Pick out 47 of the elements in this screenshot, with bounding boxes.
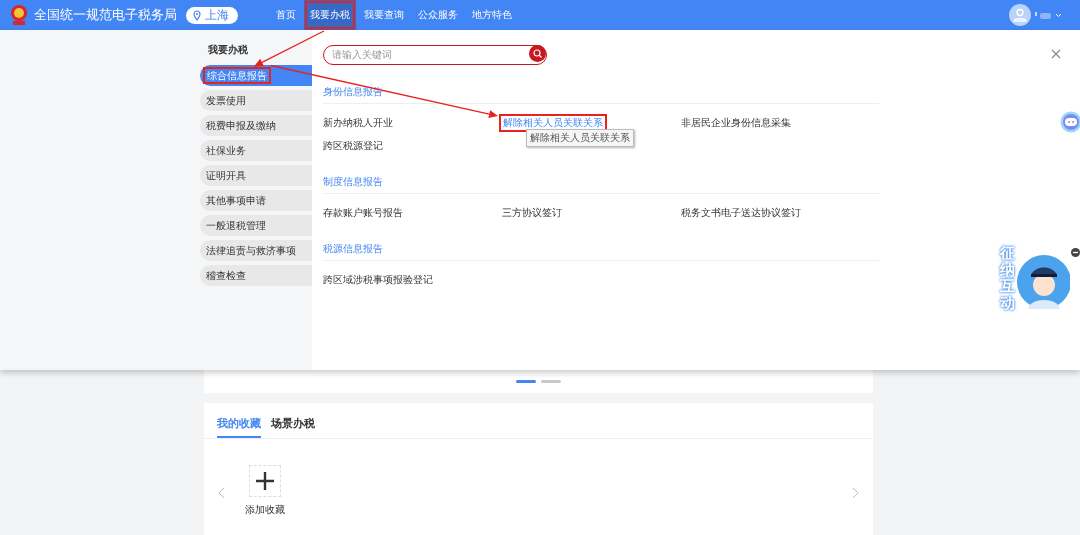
chevron-left-icon[interactable] xyxy=(218,487,225,499)
nav-tab[interactable]: 地方特色 xyxy=(466,0,518,30)
service-link[interactable]: 三方协议签订 xyxy=(500,206,564,220)
add-favorite-label: 添加收藏 xyxy=(245,503,285,517)
emblem-icon xyxy=(9,4,29,26)
section-heading: 制度信息报告 xyxy=(323,175,879,194)
service-link[interactable]: 跨区域涉税事项报验登记 xyxy=(321,273,435,287)
close-icon[interactable] xyxy=(1051,49,1061,59)
caret-icon[interactable] xyxy=(1055,12,1062,18)
search-field[interactable]: 请输入关键词 xyxy=(323,44,547,65)
section-heading: 税源信息报告 xyxy=(323,242,879,261)
service-link[interactable]: 跨区税源登记 xyxy=(321,139,385,153)
sidebar-item[interactable]: 法律追责与救济事项 xyxy=(200,240,312,261)
sidebar-item[interactable]: 其他事项申请 xyxy=(200,190,312,211)
service-link[interactable]: 存款账户账号报告 xyxy=(321,206,405,220)
favorites-tab[interactable]: 我的收藏 xyxy=(217,413,261,438)
redacted-name-mark xyxy=(1035,11,1051,19)
nav-tab[interactable]: 我要查询 xyxy=(358,0,410,30)
service-link[interactable]: 非居民企业身份信息采集 xyxy=(679,116,793,130)
service-link[interactable]: 新办纳税人开业 xyxy=(321,116,395,130)
sidebar-item[interactable]: 稽查检查 xyxy=(200,265,312,286)
chevron-right-icon[interactable] xyxy=(852,487,859,499)
sidebar-item[interactable]: 税费申报及缴纳 xyxy=(200,115,312,136)
chatbot-icon[interactable] xyxy=(1060,111,1080,133)
user-avatar-icon[interactable] xyxy=(1009,4,1031,26)
site-title: 全国统一规范电子税务局 xyxy=(34,6,177,24)
favorites-tab[interactable]: 场景办税 xyxy=(271,413,315,438)
sidebar-item[interactable]: 社保业务 xyxy=(200,140,312,161)
nav-tab[interactable]: 我要办税 xyxy=(304,0,356,30)
badge-label: 征纳互动 xyxy=(1000,245,1015,311)
service-link[interactable]: 税务文书电子送达协议签订 xyxy=(679,206,803,220)
sidebar-item[interactable]: 发票使用 xyxy=(200,90,312,111)
minimize-icon[interactable] xyxy=(1071,248,1080,257)
mascot-drawing[interactable] xyxy=(1014,253,1070,311)
plus-icon xyxy=(255,471,275,491)
sidebar-item[interactable]: 综合信息报告 xyxy=(200,65,312,86)
sidebar-item[interactable]: 一般退税管理 xyxy=(200,215,312,236)
nav-tab[interactable]: 公众服务 xyxy=(412,0,464,30)
service-link[interactable]: 解除相关人员关联关系 xyxy=(500,115,606,131)
location-selector[interactable]: 上海 xyxy=(186,6,238,24)
nav-tab[interactable]: 首页 xyxy=(270,0,302,30)
add-favorite-button[interactable] xyxy=(249,465,281,497)
search-icon[interactable] xyxy=(529,44,546,62)
sidebar-item[interactable]: 证明开具 xyxy=(200,165,312,186)
sidebar-title: 我要办税 xyxy=(207,43,249,57)
tooltip: 解除相关人员关联关系 xyxy=(526,129,634,147)
location-pin-icon xyxy=(193,9,201,21)
